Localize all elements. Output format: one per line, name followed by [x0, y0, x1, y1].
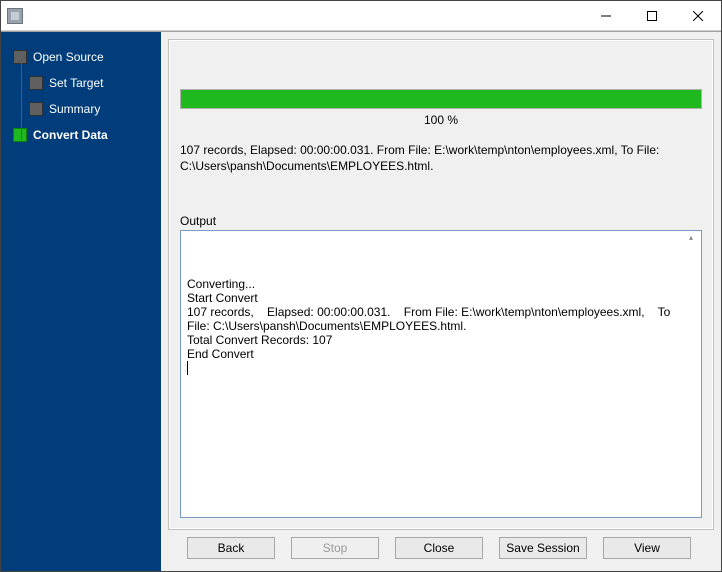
step-box-icon	[13, 50, 27, 64]
button-row: Back Stop Close Save Session View	[169, 529, 713, 563]
output-line: Total Convert Records: 107	[187, 333, 695, 347]
sidebar: Open Source Set Target Summary Convert D…	[1, 32, 161, 571]
content-panel: 100 % 107 records, Elapsed: 00:00:00.031…	[169, 40, 713, 529]
output-textarea[interactable]: ▴ Converting...Start Convert107 records,…	[180, 230, 702, 518]
maximize-button[interactable]	[629, 1, 675, 30]
close-button[interactable]: Close	[395, 537, 483, 559]
minimize-button[interactable]	[583, 1, 629, 30]
output-line: End Convert	[187, 347, 695, 361]
minimize-icon	[601, 11, 611, 21]
sidebar-item-summary[interactable]: Summary	[1, 96, 161, 122]
window-controls	[583, 1, 721, 30]
save-session-button[interactable]: Save Session	[499, 537, 587, 559]
close-window-button[interactable]	[675, 1, 721, 30]
sidebar-item-label: Set Target	[49, 76, 103, 90]
output-line: 107 records, Elapsed: 00:00:00.031. From…	[187, 305, 695, 333]
titlebar	[1, 1, 721, 31]
app-window: Open Source Set Target Summary Convert D…	[0, 0, 722, 572]
sidebar-item-set-target[interactable]: Set Target	[1, 70, 161, 96]
scroll-up-icon: ▴	[689, 233, 699, 243]
view-button[interactable]: View	[603, 537, 691, 559]
text-caret	[187, 361, 188, 375]
sidebar-item-label: Convert Data	[33, 128, 108, 142]
sidebar-item-label: Summary	[49, 102, 100, 116]
step-box-icon	[13, 128, 27, 142]
close-icon	[693, 11, 703, 21]
sidebar-item-open-source[interactable]: Open Source	[1, 44, 161, 70]
progress-fill	[181, 90, 701, 108]
output-label: Output	[180, 214, 702, 228]
app-icon	[7, 8, 23, 24]
status-line-2: C:\Users\pansh\Documents\EMPLOYEES.html.	[180, 159, 702, 175]
status-text: 107 records, Elapsed: 00:00:00.031. From…	[180, 143, 702, 174]
main-area: 100 % 107 records, Elapsed: 00:00:00.031…	[161, 32, 721, 571]
step-box-icon	[29, 102, 43, 116]
back-button[interactable]: Back	[187, 537, 275, 559]
status-line-1: 107 records, Elapsed: 00:00:00.031. From…	[180, 143, 702, 159]
step-box-icon	[29, 76, 43, 90]
maximize-icon	[647, 11, 657, 21]
output-line: Converting...	[187, 277, 695, 291]
progress-label: 100 %	[180, 113, 702, 127]
tree-connector	[21, 60, 22, 140]
output-line: Start Convert	[187, 291, 695, 305]
sidebar-item-label: Open Source	[33, 50, 104, 64]
window-body: Open Source Set Target Summary Convert D…	[1, 31, 721, 571]
stop-button[interactable]: Stop	[291, 537, 379, 559]
progress-bar	[180, 89, 702, 109]
sidebar-item-convert-data[interactable]: Convert Data	[1, 122, 161, 148]
